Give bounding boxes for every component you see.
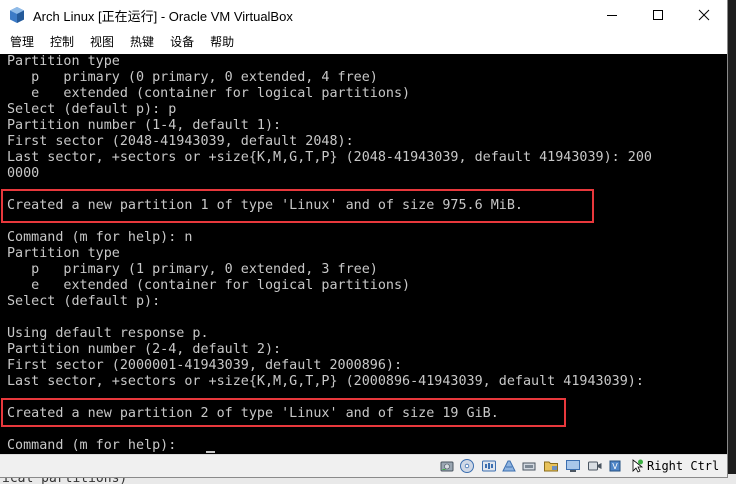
console-line: Partition type [7,54,120,69]
optical-disc-icon[interactable] [459,458,475,474]
console-line: Last sector, +sectors or +size{K,M,G,T,P… [7,374,644,389]
maximize-button[interactable] [635,0,681,30]
console-line: First sector (2000001-41943039, default … [7,358,403,373]
minimize-icon [607,15,617,16]
console-line: Partition number (2-4, default 2): [7,342,282,357]
virtualbox-app-icon [8,6,26,24]
console-line: p primary (0 primary, 0 extended, 4 free… [7,70,378,85]
host-key-indicator[interactable]: Right Ctrl [647,458,719,474]
console-line: Partition type [7,246,120,261]
status-bar: V Right Ctrl [0,454,727,477]
video-capture-icon[interactable] [587,458,603,474]
maximize-icon [653,10,663,20]
network-icon[interactable] [501,458,517,474]
console-line: e extended (container for logical partit… [7,278,411,293]
usb-icon[interactable] [521,458,537,474]
cpu-icon[interactable]: V [607,458,623,474]
highlight-box-partition-2 [1,398,566,427]
console-line: p primary (1 primary, 0 extended, 3 free… [7,262,378,277]
console-line: Command (m for help): [7,438,185,453]
console-line: Select (default p): p [7,102,177,117]
console-line: Using default response p. [7,326,209,341]
audio-icon[interactable] [481,458,497,474]
menu-manage[interactable]: 管理 [4,32,40,52]
menu-help[interactable]: 帮助 [204,32,240,52]
console-line: Command (m for help): n [7,230,193,245]
close-icon [698,9,710,21]
menu-control[interactable]: 控制 [44,32,80,52]
text-cursor [206,451,215,453]
window-title: Arch Linux [正在运行] - Oracle VM VirtualBox [33,8,293,24]
title-bar[interactable]: Arch Linux [正在运行] - Oracle VM VirtualBox [0,0,727,30]
console-line: First sector (2048-41943039, default 204… [7,134,354,149]
mouse-integration-icon[interactable] [629,458,645,474]
virtualbox-window: Arch Linux [正在运行] - Oracle VM VirtualBox… [0,0,728,478]
console-line: 0000 [7,166,40,181]
menu-bar: 管理 控制 视图 热键 设备 帮助 [0,30,727,54]
menu-devices[interactable]: 设备 [164,32,200,52]
console-line: Select (default p): [7,294,161,309]
menu-hotkeys[interactable]: 热键 [124,32,160,52]
hard-disk-icon[interactable] [439,458,455,474]
close-button[interactable] [681,0,727,30]
console-line: e extended (container for logical partit… [7,86,411,101]
menu-view[interactable]: 视图 [84,32,120,52]
display-icon[interactable] [565,458,581,474]
highlight-box-partition-1 [1,189,594,223]
minimize-button[interactable] [589,0,635,30]
vm-console-screen[interactable]: Partition type p primary (0 primary, 0 e… [0,54,727,454]
shared-folders-icon[interactable] [543,458,559,474]
console-line: Partition number (1-4, default 1): [7,118,282,133]
console-line: Last sector, +sectors or +size{K,M,G,T,P… [7,150,652,165]
svg-text:V: V [612,462,618,471]
